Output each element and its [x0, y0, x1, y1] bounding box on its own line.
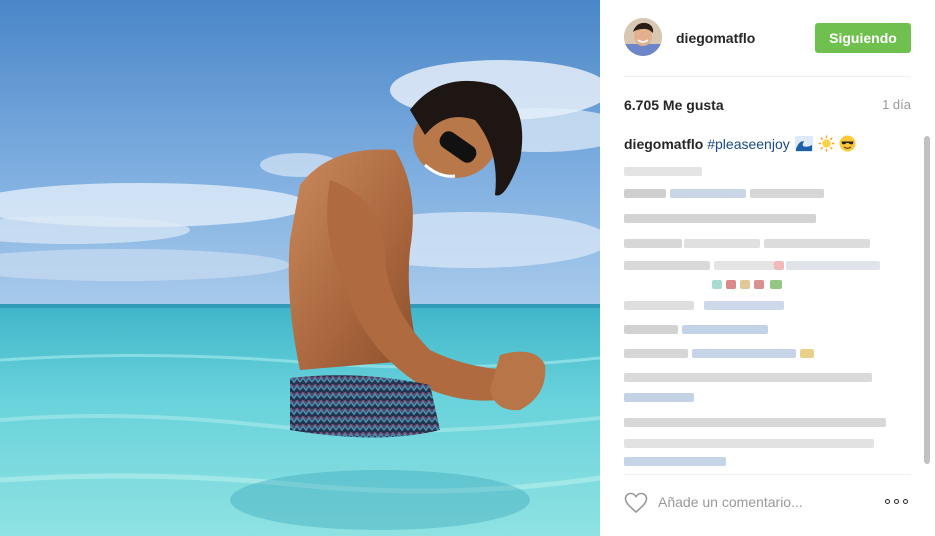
avatar-image [624, 18, 662, 56]
following-button[interactable]: Siguiendo [815, 23, 911, 53]
sun-emoji-icon [818, 135, 835, 152]
comment-bar [624, 490, 911, 516]
wave-emoji-icon [794, 136, 813, 152]
divider [624, 474, 911, 475]
caption-hashtag[interactable]: #pleaseenjoy [707, 136, 790, 152]
caption: diegomatflo #pleaseenjoy [624, 134, 914, 154]
divider [624, 76, 911, 77]
blurred-comment-line [624, 322, 824, 336]
author-username[interactable]: diegomatflo [676, 30, 755, 46]
post-time-ago[interactable]: 1 día [882, 97, 911, 112]
blurred-comment-line [624, 236, 874, 250]
blurred-comment-line [624, 390, 724, 404]
avatar[interactable] [624, 18, 662, 56]
post-photo[interactable] [0, 0, 600, 536]
comment-input[interactable] [658, 490, 868, 514]
post-side-panel: diegomatflo Siguiendo 6.705 Me gusta 1 d… [600, 0, 935, 536]
comments-list[interactable]: diegomatflo #pleaseenjoy [624, 134, 914, 466]
post-header: diegomatflo Siguiendo [624, 18, 911, 60]
blurred-comment-line [624, 415, 894, 429]
blurred-comment-line [624, 277, 824, 291]
blurred-comment-line [624, 211, 824, 225]
heart-icon[interactable] [624, 492, 648, 514]
caption-username[interactable]: diegomatflo [624, 136, 703, 152]
sunglasses-face-icon [839, 135, 856, 152]
blurred-comment-line [624, 370, 884, 384]
blurred-comment-line [624, 298, 824, 312]
blurred-comment-line [624, 186, 824, 200]
likes-count[interactable]: 6.705 Me gusta [624, 97, 724, 113]
comments-scrollbar[interactable] [924, 136, 930, 464]
blurred-comment-line [624, 164, 714, 178]
blurred-comment-line [624, 346, 824, 360]
blurred-comment-line [624, 454, 744, 466]
more-options-icon[interactable] [885, 496, 911, 508]
blurred-comment-line [624, 436, 884, 450]
blurred-comment-line [624, 258, 884, 272]
post-image [0, 0, 600, 536]
likes-row: 6.705 Me gusta 1 día [624, 97, 911, 117]
